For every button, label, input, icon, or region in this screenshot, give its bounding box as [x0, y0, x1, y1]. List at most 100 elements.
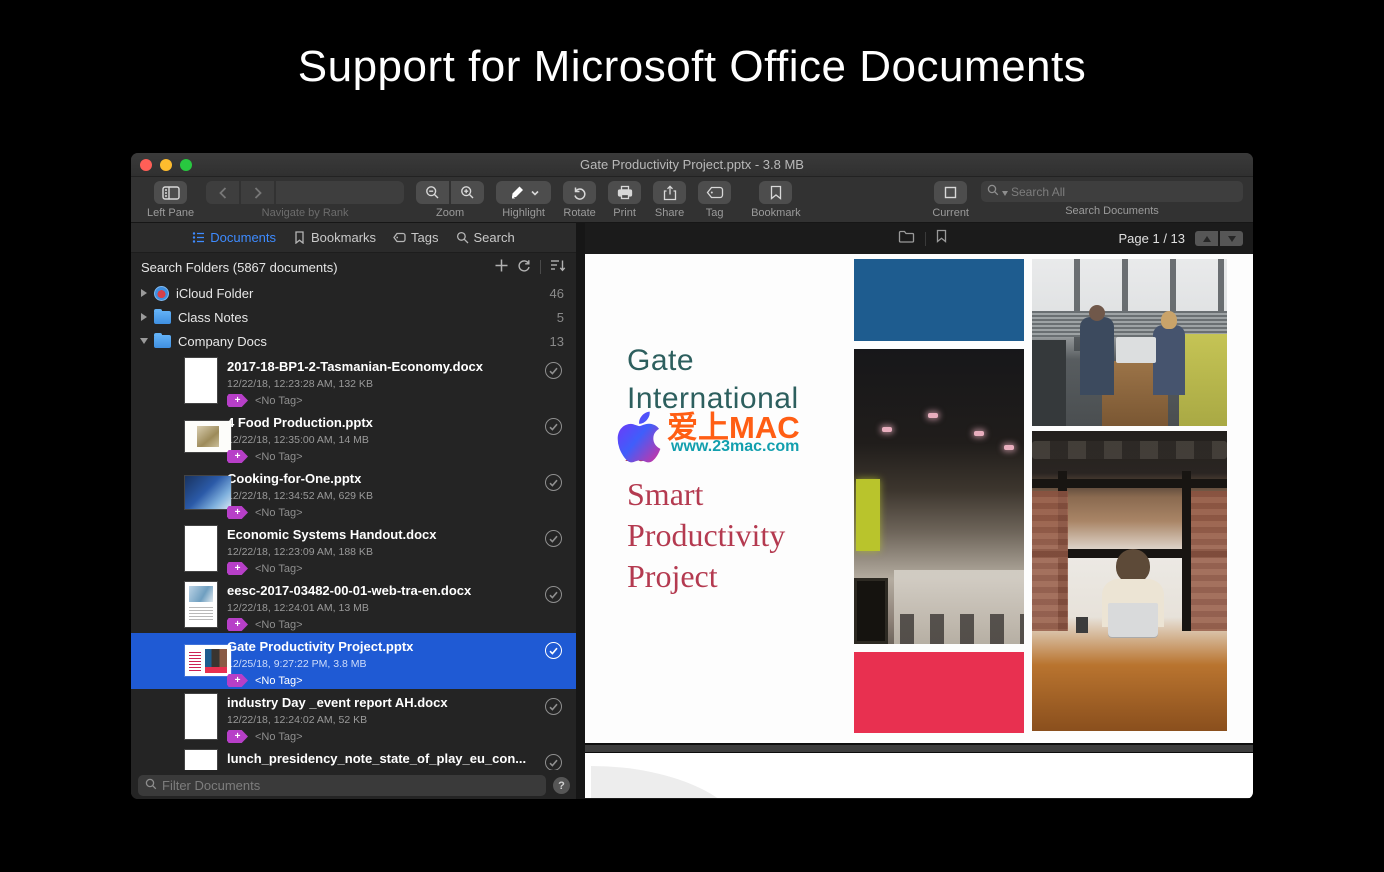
read-check-button[interactable] — [545, 698, 562, 715]
highlighter-icon — [509, 185, 525, 200]
slide-subtitle: Smart Productivity Project — [627, 474, 785, 597]
disclosure-triangle-icon[interactable] — [141, 313, 147, 321]
add-tag-pill[interactable]: + — [227, 730, 248, 743]
read-check-button[interactable] — [545, 754, 562, 771]
document-row[interactable]: 4 Food Production.pptx 12/22/18, 12:35:0… — [131, 409, 576, 465]
folder-view-icon[interactable] — [898, 230, 915, 248]
folder-row[interactable]: iCloud Folder 46 — [131, 281, 576, 305]
check-icon — [549, 703, 558, 711]
read-check-button[interactable] — [545, 362, 562, 379]
document-row[interactable]: Cooking-for-One.pptx 12/22/18, 12:34:52 … — [131, 465, 576, 521]
filter-bar[interactable] — [138, 775, 546, 796]
check-icon — [549, 367, 558, 375]
sidebar-tab[interactable]: Documents — [192, 230, 276, 245]
read-check-button[interactable] — [545, 530, 562, 547]
check-icon — [549, 591, 558, 599]
add-tag-pill[interactable]: + — [227, 562, 248, 575]
bookmark-view-icon[interactable] — [936, 229, 947, 248]
document-meta: 12/22/18, 12:24:01 AM, 13 MB — [227, 602, 536, 614]
slide-page-1[interactable]: Gate International rt — [585, 254, 1253, 743]
sidebar-tab-icon — [192, 231, 205, 244]
add-folder-icon[interactable] — [495, 259, 508, 275]
document-thumbnail — [185, 582, 217, 627]
zoom-group: Zoom — [416, 181, 484, 219]
document-thumbnail — [185, 358, 217, 403]
add-tag-pill[interactable]: + — [227, 450, 248, 463]
next-page-button[interactable] — [1220, 231, 1243, 246]
slide-page-2[interactable] — [585, 753, 1253, 798]
slide-2-arc-shape — [591, 766, 749, 798]
rotate-button[interactable] — [563, 181, 596, 204]
document-tag: <No Tag> — [255, 731, 303, 743]
sort-order-icon[interactable] — [550, 259, 566, 275]
print-group: Print — [608, 181, 641, 219]
check-icon — [549, 535, 558, 543]
search-scope-chevron-icon[interactable] — [1002, 183, 1008, 201]
zoom-out-button[interactable] — [416, 181, 449, 204]
highlight-button[interactable] — [496, 181, 551, 204]
filter-input[interactable] — [162, 778, 539, 793]
current-button[interactable] — [934, 181, 967, 204]
folder-count: 46 — [550, 286, 564, 301]
document-meta: 12/25/18, 9:27:22 PM, 3.8 MB — [227, 658, 536, 670]
pane-divider[interactable] — [576, 223, 585, 800]
document-title: Economic Systems Handout.docx — [227, 527, 536, 543]
bookmark-icon — [770, 185, 782, 200]
read-check-button[interactable] — [545, 418, 562, 435]
share-icon — [663, 185, 677, 201]
current-label: Current — [932, 207, 969, 219]
bookmark-button[interactable] — [759, 181, 792, 204]
previous-page-button[interactable] — [1195, 231, 1218, 246]
current-group: Current — [932, 181, 969, 219]
title-bar[interactable]: Gate Productivity Project.pptx - 3.8 MB — [131, 153, 1253, 177]
help-button[interactable]: ? — [553, 777, 570, 794]
left-pane-label: Left Pane — [147, 207, 194, 219]
document-meta: 12/22/18, 12:34:52 AM, 629 KB — [227, 490, 536, 502]
read-check-button[interactable] — [545, 586, 562, 603]
sidebar-tab[interactable]: Bookmarks — [293, 230, 376, 245]
document-row[interactable]: Gate Productivity Project.pptx 12/25/18,… — [131, 633, 576, 689]
printer-icon — [617, 185, 633, 200]
add-tag-pill[interactable]: + — [227, 506, 248, 519]
folder-row[interactable]: Class Notes 5 — [131, 305, 576, 329]
zoom-out-icon — [425, 185, 440, 200]
document-list: 2017-18-BP1-2-Tasmanian-Economy.docx 12/… — [131, 353, 576, 800]
disclosure-triangle-icon[interactable] — [140, 338, 148, 344]
add-tag-pill[interactable]: + — [227, 674, 248, 687]
search-field[interactable] — [981, 181, 1243, 202]
document-row[interactable]: 2017-18-BP1-2-Tasmanian-Economy.docx 12/… — [131, 353, 576, 409]
hero-title: Support for Microsoft Office Documents — [0, 42, 1384, 92]
read-check-button[interactable] — [545, 642, 562, 659]
toolbar: Left Pane Navigate by — [131, 177, 1253, 223]
navigate-rank-popup[interactable] — [276, 181, 404, 204]
left-pane-button[interactable] — [154, 181, 187, 204]
read-check-button[interactable] — [545, 474, 562, 491]
sidebar-tab[interactable]: Tags — [393, 230, 438, 245]
document-row[interactable]: eesc-2017-03482-00-01-web-tra-en.docx 12… — [131, 577, 576, 633]
document-meta: 12/22/18, 12:35:00 AM, 14 MB — [227, 434, 536, 446]
zoom-in-button[interactable] — [451, 181, 484, 204]
chevron-right-icon — [254, 187, 262, 199]
refresh-icon[interactable] — [517, 259, 531, 276]
slide-photo-loft — [1032, 431, 1227, 731]
document-row[interactable]: industry Day _event report AH.docx 12/22… — [131, 689, 576, 745]
print-button[interactable] — [608, 181, 641, 204]
navigate-forward-button[interactable] — [241, 181, 274, 204]
add-tag-pill[interactable]: + — [227, 618, 248, 631]
add-tag-pill[interactable]: + — [227, 394, 248, 407]
document-title: Gate Productivity Project.pptx — [227, 639, 536, 655]
document-row[interactable]: Economic Systems Handout.docx 12/22/18, … — [131, 521, 576, 577]
sidebar-tab[interactable]: Search — [456, 230, 515, 245]
folder-row[interactable]: Company Docs 13 — [131, 329, 576, 353]
highlight-label: Highlight — [502, 207, 545, 219]
search-input[interactable] — [1011, 185, 1237, 199]
check-icon — [549, 647, 558, 655]
navigate-back-button[interactable] — [206, 181, 239, 204]
apple-logo-icon — [613, 408, 665, 471]
share-button[interactable] — [653, 181, 686, 204]
print-label: Print — [613, 207, 636, 219]
document-meta: 12/22/18, 12:23:28 AM, 132 KB — [227, 378, 536, 390]
tag-button[interactable] — [698, 181, 731, 204]
folder-name: Class Notes — [178, 310, 248, 325]
disclosure-triangle-icon[interactable] — [141, 289, 147, 297]
